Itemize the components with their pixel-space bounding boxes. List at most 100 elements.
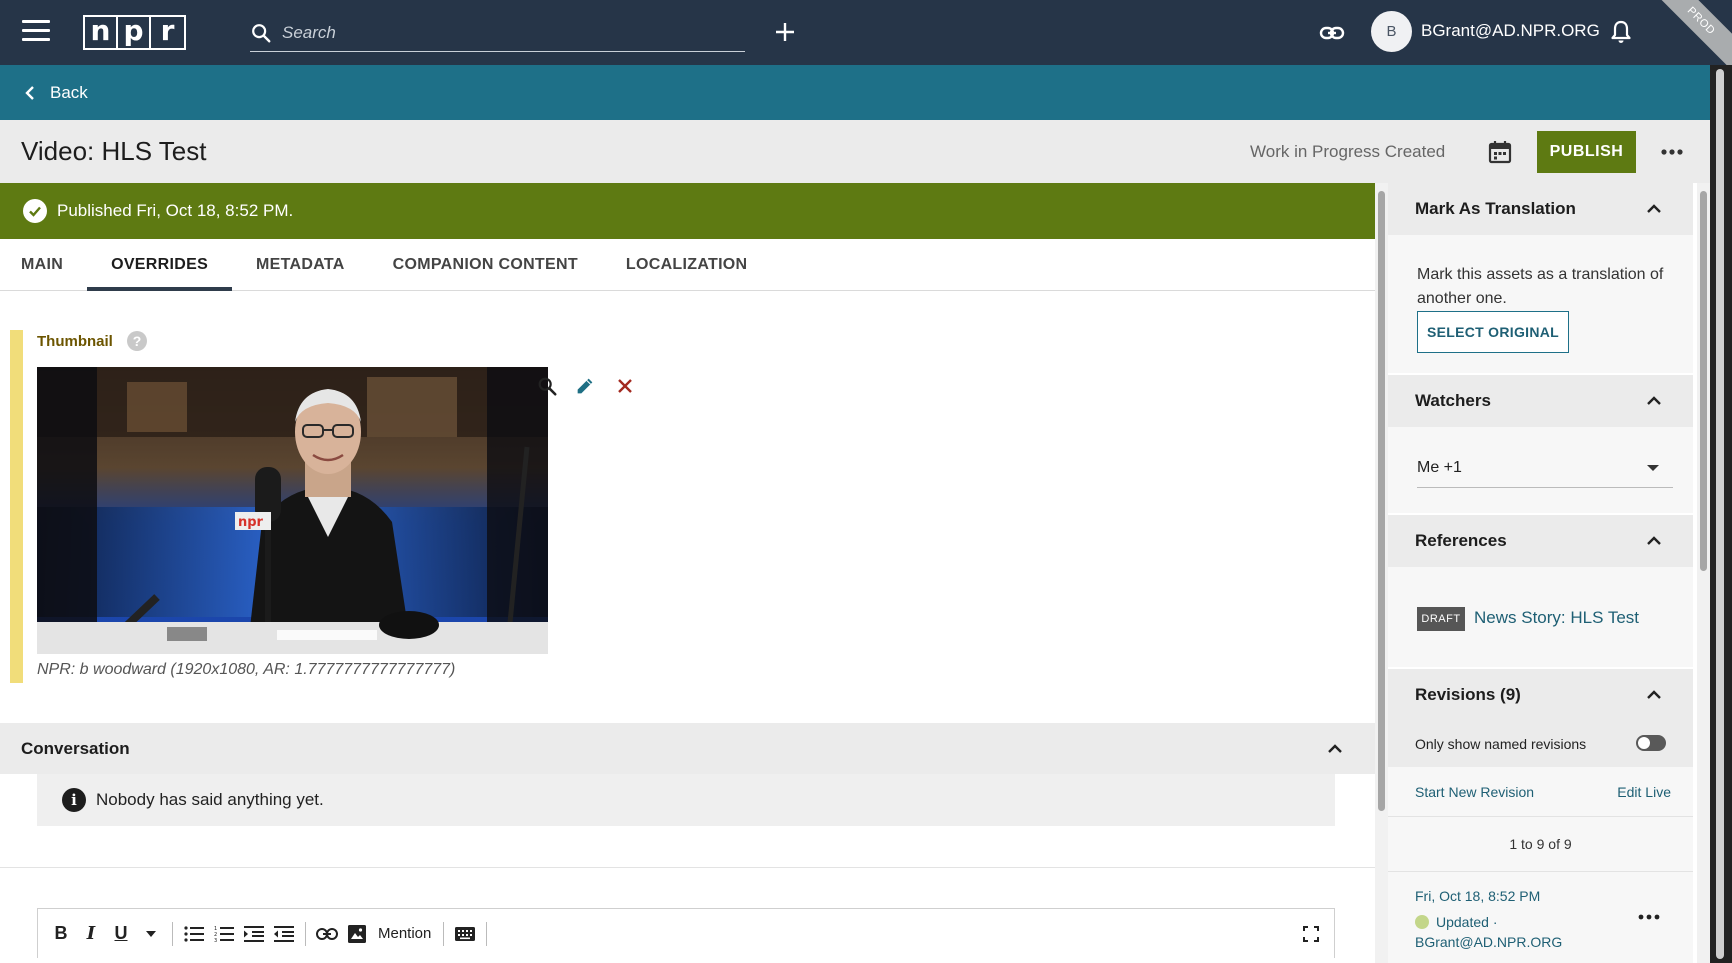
tab-main[interactable]: MAIN [0,239,87,291]
user-name[interactable]: BGrant@AD.NPR.ORG [1421,21,1600,41]
chevron-down-icon[interactable] [136,919,166,949]
toolbar-separator [486,921,488,946]
back-bar: Back [0,65,1710,120]
page-title: Video: HLS Test [21,136,207,166]
numbered-list-icon[interactable]: 123 [209,919,239,949]
conversation-header[interactable]: Conversation [0,723,1375,774]
references-header[interactable]: References [1388,515,1693,567]
chevron-up-icon[interactable] [1641,388,1667,414]
search-input[interactable] [282,22,722,43]
divider [0,867,1375,868]
link-icon[interactable] [312,919,342,949]
start-new-revision-link[interactable]: Start New Revision [1415,784,1534,800]
fullscreen-icon[interactable] [1296,919,1326,949]
indent-icon[interactable] [239,919,269,949]
revision-count: 1 to 9 of 9 [1388,817,1693,872]
npr-logo[interactable]: n p r [83,15,186,50]
keyboard-icon[interactable] [450,919,480,949]
menu-icon[interactable] [22,20,50,42]
more-options-icon[interactable] [1658,138,1686,166]
logo-letter-p: p [118,16,151,48]
thumbnail-label: Thumbnail [37,333,113,350]
translation-description: Mark this assets as a translation of ano… [1417,266,1664,307]
help-icon[interactable]: ? [127,331,147,351]
watchers-select[interactable]: Me +1 [1417,448,1673,488]
chevron-up-icon[interactable] [1322,736,1348,762]
translation-title: Mark As Translation [1415,199,1576,218]
italic-icon[interactable]: I [76,919,106,949]
underline-icon[interactable]: U [106,919,136,949]
thumbnail-image[interactable]: npr [37,367,548,654]
search-box [250,14,745,52]
side-panel: Mark As Translation Mark this assets as … [1388,183,1697,963]
tab-companion-content[interactable]: COMPANION CONTENT [369,239,602,291]
add-icon[interactable] [770,17,800,47]
conversation-title: Conversation [21,739,130,758]
mention-button[interactable]: Mention [372,919,437,949]
empty-text: Nobody has said anything yet. [96,790,324,809]
calendar-icon[interactable] [1486,138,1514,166]
image-icon[interactable] [342,919,372,949]
status-text: Work in Progress Created [1250,142,1446,161]
top-bar: n p r B BGrant@AD.NPR.ORG PROD [0,0,1732,70]
zoom-icon[interactable] [534,373,560,399]
chevron-up-icon[interactable] [1641,682,1667,708]
outdent-icon[interactable] [269,919,299,949]
conversation-empty-message: i Nobody has said anything yet. [37,774,1335,826]
main-scrollbar[interactable] [1375,183,1388,963]
tab-overrides[interactable]: OVERRIDES [87,239,233,291]
edit-live-link[interactable]: Edit Live [1617,784,1671,800]
more-options-icon[interactable] [1634,904,1664,930]
status-badge: DRAFT [1417,607,1465,631]
revisions-header[interactable]: Revisions (9) [1388,669,1693,721]
remove-icon[interactable] [612,373,638,399]
svg-text:3: 3 [214,938,217,943]
back-label: Back [50,82,88,102]
toolbar-separator [443,921,445,946]
logo-letter-r: r [160,13,175,47]
toolbar-separator [172,921,173,946]
sidepanel-scrollbar[interactable] [1697,183,1710,963]
tab-localization[interactable]: LOCALIZATION [602,239,772,291]
revision-meta: Updated · BGrant@AD.NPR.ORG [1415,914,1563,950]
page-scrollbar[interactable] [1710,65,1732,963]
references-title: References [1415,531,1507,550]
env-ribbon: PROD [1652,0,1732,70]
watchers-value: Me +1 [1417,458,1462,476]
select-original-button[interactable]: SELECT ORIGINAL [1417,311,1569,353]
tab-metadata[interactable]: METADATA [232,239,369,291]
thumbnail-accent-bar [10,330,23,683]
info-icon: i [62,788,86,812]
chevron-up-icon[interactable] [1641,196,1667,222]
tab-bar: MAIN OVERRIDES METADATA COMPANION CONTEN… [0,239,1375,291]
bullet-list-icon[interactable] [179,919,209,949]
mic-flag-text: npr [238,515,264,530]
translation-header[interactable]: Mark As Translation [1388,183,1693,235]
edit-icon[interactable] [572,373,598,399]
thumbnail-caption: NPR: b woodward (1920x1080, AR: 1.777777… [37,661,456,678]
bold-icon[interactable]: B [46,919,76,949]
chevron-up-icon[interactable] [1641,528,1667,554]
named-revisions-toggle[interactable] [1636,735,1666,751]
link-icon[interactable] [1317,18,1347,48]
revision-date[interactable]: Fri, Oct 18, 8:52 PM [1415,888,1540,904]
avatar[interactable]: B [1371,11,1412,52]
chevron-left-icon [25,85,34,100]
published-text: Published Fri, Oct 18, 8:52 PM. [57,201,294,220]
named-revisions-row: Only show named revisions [1388,721,1693,767]
check-circle-icon [23,199,47,223]
bell-icon[interactable] [1607,18,1635,46]
list-item: Fri, Oct 18, 8:52 PM Updated · BGrant@AD… [1388,872,1693,963]
caret-down-icon [1647,465,1659,471]
revisions-title: Revisions (9) [1415,685,1521,704]
title-bar: Video: HLS Test Work in Progress Created… [0,120,1710,183]
logo-letter-n: n [85,16,118,48]
back-button[interactable]: Back [24,83,88,103]
reference-link[interactable]: News Story: HLS Test [1474,608,1639,628]
search-icon [252,23,271,42]
toolbar-separator [305,921,306,946]
editor-toolbar: B I U 123 Mention [37,908,1335,958]
watchers-header[interactable]: Watchers [1388,375,1693,427]
revision-actions: Start New Revision Edit Live [1388,767,1693,817]
publish-button[interactable]: PUBLISH [1537,131,1636,173]
